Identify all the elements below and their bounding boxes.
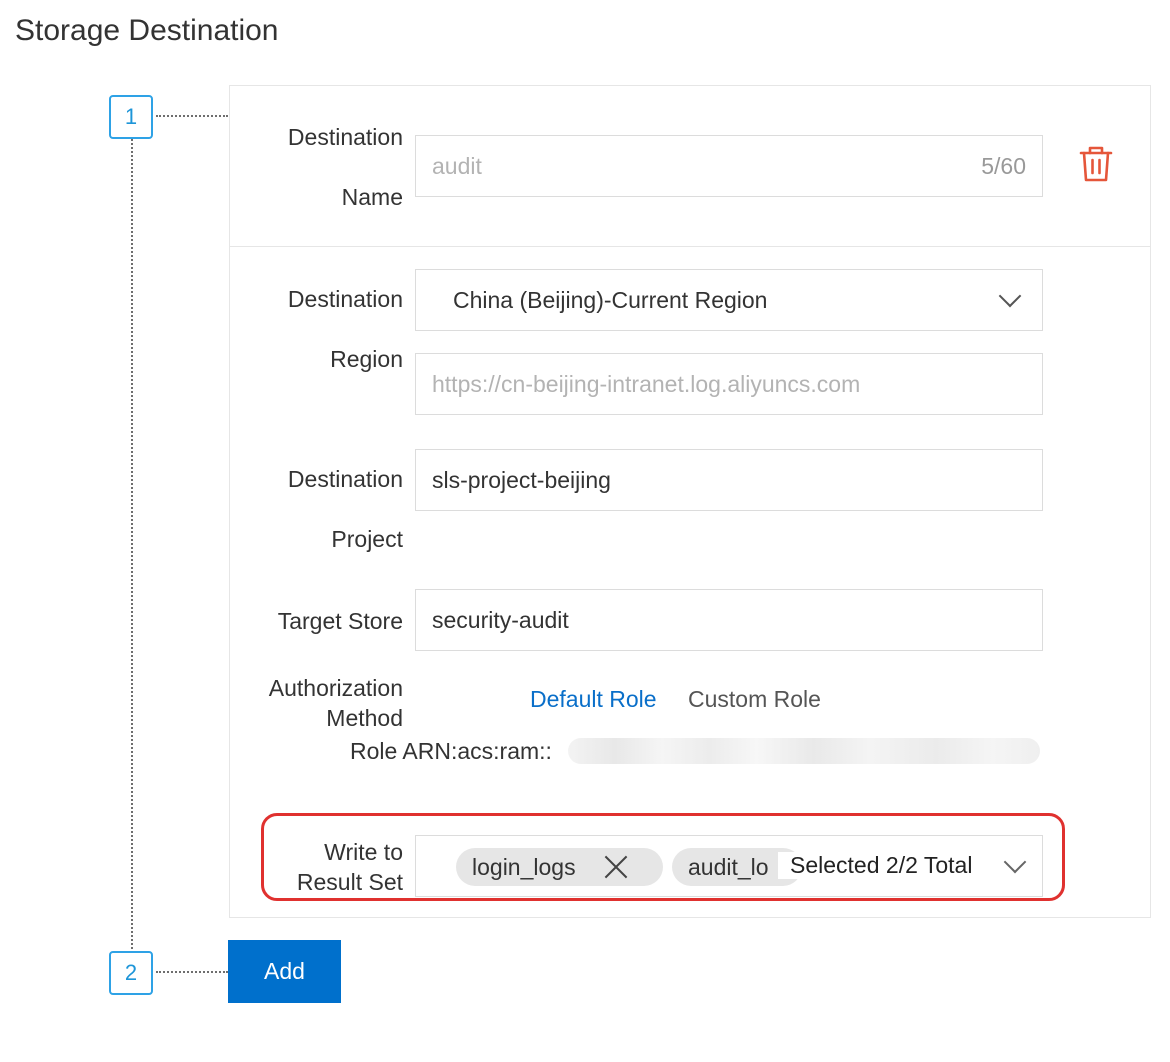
destination-project-input[interactable]: sls-project-beijing <box>415 449 1043 511</box>
chevron-down-icon <box>998 284 1022 308</box>
target-store-label: Target Store <box>277 608 403 634</box>
result-set-label-line2: Result Set <box>296 869 403 895</box>
region-endpoint-input[interactable]: https://cn-beijing-intranet.log.aliyuncs… <box>415 353 1043 415</box>
destination-name-label-line1: Destination <box>287 124 403 150</box>
trash-icon[interactable] <box>1078 145 1114 183</box>
target-store-input[interactable]: security-audit <box>415 589 1043 651</box>
role-arn-label: Role ARN:acs:ram:: <box>350 738 552 764</box>
destination-project-value: sls-project-beijing <box>432 466 611 493</box>
step-1-connector <box>156 115 228 117</box>
authorization-label-line2: Method <box>326 705 403 731</box>
destination-name-input[interactable]: audit 5/60 <box>415 135 1043 197</box>
role-arn-redacted <box>568 738 1040 764</box>
chevron-down-icon[interactable] <box>1003 850 1027 874</box>
result-set-tag-label: audit_lo <box>688 853 769 880</box>
destination-project-label-line2: Project <box>331 526 403 552</box>
result-set-tag-label: login_logs <box>472 853 576 880</box>
card-divider <box>229 246 1151 247</box>
destination-region-select[interactable]: China (Beijing)-Current Region <box>415 269 1043 331</box>
destination-name-label-line2: Name <box>341 184 403 210</box>
destination-name-counter: 5/60 <box>981 152 1026 179</box>
destination-project-label-line1: Destination <box>287 466 403 492</box>
add-button[interactable]: Add <box>228 940 341 1003</box>
step-2-marker: 2 <box>109 951 153 995</box>
auth-option-default-role[interactable]: Default Role <box>530 686 657 713</box>
auth-option-custom-role[interactable]: Custom Role <box>688 686 821 713</box>
result-set-multiselect[interactable]: login_logs audit_lo Selected 2/2 Total <box>415 835 1043 897</box>
target-store-value: security-audit <box>432 606 569 633</box>
step-2-connector <box>156 971 228 973</box>
destination-region-label-line2: Region <box>330 346 403 372</box>
close-icon[interactable] <box>604 855 628 879</box>
destination-name-placeholder: audit <box>432 152 482 179</box>
region-endpoint-placeholder: https://cn-beijing-intranet.log.aliyuncs… <box>432 370 861 397</box>
destination-region-label-line1: Destination <box>287 286 403 312</box>
step-connector-vertical <box>131 139 133 949</box>
result-set-summary: Selected 2/2 Total <box>778 852 973 879</box>
step-1-marker: 1 <box>109 95 153 139</box>
result-set-tag: login_logs <box>456 848 663 886</box>
authorization-label-line1: Authorization <box>268 675 403 701</box>
page-title: Storage Destination <box>15 14 279 47</box>
result-set-label-line1: Write to <box>324 839 403 865</box>
destination-region-selected: China (Beijing)-Current Region <box>453 286 768 313</box>
